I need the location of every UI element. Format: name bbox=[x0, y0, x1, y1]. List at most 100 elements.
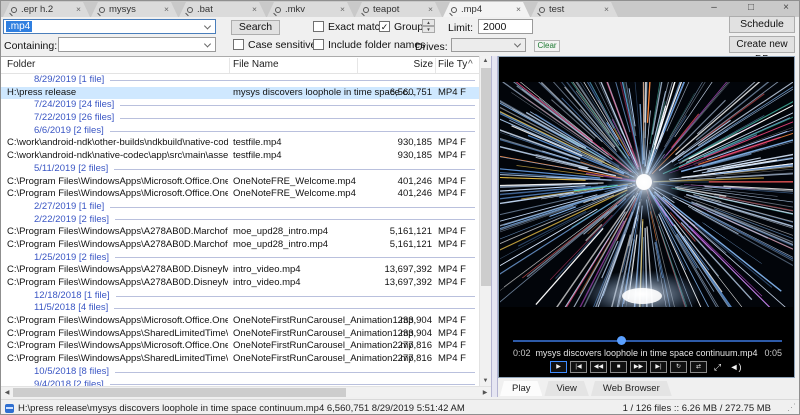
group-header-row[interactable]: 7/24/2019 [24 files] bbox=[1, 99, 479, 112]
seek-handle[interactable] bbox=[617, 336, 626, 345]
group-header-row[interactable]: 2/27/2019 [1 file] bbox=[1, 201, 479, 214]
table-row[interactable]: C:\Program Files\WindowsApps\A278AB0D.Di… bbox=[1, 277, 479, 290]
table-row[interactable]: C:\work\android-ndk\other-builds\ndkbuil… bbox=[1, 137, 479, 150]
video-player[interactable]: 0:02 mysys discovers loophole in time sp… bbox=[498, 56, 795, 378]
document-tab-mp4[interactable]: .mp4× bbox=[443, 2, 530, 17]
schedule-button[interactable]: Schedule bbox=[729, 16, 795, 33]
rewind-button[interactable]: ◀◀ bbox=[590, 361, 607, 373]
limit-input[interactable]: 2000 bbox=[478, 19, 533, 34]
fast-forward-button[interactable]: ▶▶ bbox=[630, 361, 647, 373]
horizontal-scroll-thumb[interactable] bbox=[13, 388, 346, 397]
close-icon[interactable]: × bbox=[604, 4, 609, 14]
table-row[interactable]: C:\work\android-ndk\native-codec\app\src… bbox=[1, 150, 479, 163]
table-row[interactable]: C:\Program Files\WindowsApps\A278AB0D.Ma… bbox=[1, 239, 479, 252]
table-row[interactable]: C:\Program Files\WindowsApps\A278AB0D.Ma… bbox=[1, 226, 479, 239]
table-row[interactable]: C:\Program Files\WindowsApps\Microsoft.O… bbox=[1, 340, 479, 353]
horizontal-scrollbar[interactable]: ◀ ▶ bbox=[1, 386, 491, 397]
document-tab-bat[interactable]: .bat× bbox=[179, 2, 266, 17]
vertical-scrollbar[interactable]: ▲ ▼ bbox=[479, 56, 491, 386]
table-row[interactable]: C:\Program Files\WindowsApps\SharedLimit… bbox=[1, 328, 479, 341]
document-tab-mysys[interactable]: mysys× bbox=[91, 2, 178, 17]
cell-folder: C:\Program Files\WindowsApps\A278AB0D.Ma… bbox=[7, 239, 228, 252]
group-header-row[interactable]: 2/22/2019 [2 files] bbox=[1, 214, 479, 227]
close-button[interactable]: × bbox=[775, 1, 797, 15]
include-folder-names-checkbox[interactable] bbox=[313, 39, 324, 50]
group-header-label: 2/27/2019 [1 file] bbox=[34, 201, 104, 214]
cell-file-type: MP4 F bbox=[438, 340, 478, 353]
create-new-db-button[interactable]: Create new DB bbox=[729, 36, 795, 53]
close-icon[interactable]: × bbox=[428, 4, 433, 14]
cell-folder: C:\Program Files\WindowsApps\Microsoft.O… bbox=[7, 315, 228, 328]
search-button[interactable]: Search bbox=[231, 20, 280, 35]
document-tab-test[interactable]: test× bbox=[531, 2, 618, 17]
results-rows: 8/29/2019 [1 file]H:\press releasemysys … bbox=[1, 74, 479, 386]
scroll-left-icon[interactable]: ◀ bbox=[3, 389, 11, 396]
close-icon[interactable]: × bbox=[76, 4, 81, 14]
document-tab-teapot[interactable]: teapot× bbox=[355, 2, 442, 17]
next-button[interactable]: ▶| bbox=[650, 361, 667, 373]
group-header-row[interactable]: 10/5/2018 [8 files] bbox=[1, 366, 479, 379]
maximize-button[interactable]: □ bbox=[740, 1, 762, 15]
minimize-button[interactable]: – bbox=[703, 1, 725, 15]
group-divider bbox=[115, 257, 475, 258]
close-icon[interactable]: × bbox=[340, 4, 345, 14]
preview-tab-play[interactable]: Play bbox=[500, 381, 542, 396]
table-row[interactable]: H:\press releasemysys discovers loophole… bbox=[1, 87, 479, 100]
table-row[interactable]: C:\Program Files\WindowsApps\A278AB0D.Di… bbox=[1, 264, 479, 277]
drives-select[interactable] bbox=[451, 38, 526, 52]
containing-input[interactable] bbox=[58, 37, 216, 52]
document-tab-mkv[interactable]: .mkv× bbox=[267, 2, 354, 17]
shuffle-button[interactable]: ⇄ bbox=[690, 361, 707, 373]
column-header-file-type[interactable]: File Ty bbox=[438, 59, 467, 70]
group-spinner-up[interactable]: ▲ bbox=[422, 19, 435, 26]
repeat-button[interactable]: ↻ bbox=[670, 361, 687, 373]
group-header-row[interactable]: 1/25/2019 [2 files] bbox=[1, 252, 479, 265]
preview-tab-view[interactable]: View bbox=[544, 381, 588, 396]
exact-match-checkbox[interactable] bbox=[313, 21, 324, 32]
group-spinner-down[interactable]: ▼ bbox=[422, 26, 435, 33]
chevron-down-icon[interactable] bbox=[204, 22, 211, 29]
column-header-folder[interactable]: Folder bbox=[7, 59, 35, 70]
scroll-down-icon[interactable]: ▼ bbox=[480, 378, 491, 384]
document-tab-epr-h-2[interactable]: .epr h.2× bbox=[3, 2, 90, 17]
close-icon[interactable]: × bbox=[516, 4, 521, 14]
table-row[interactable]: C:\Program Files\WindowsApps\Microsoft.O… bbox=[1, 315, 479, 328]
sort-ascending-icon[interactable]: ^ bbox=[468, 59, 473, 70]
case-sensitive-checkbox[interactable] bbox=[233, 39, 244, 50]
search-input[interactable]: .mp4 bbox=[3, 19, 216, 34]
group-header-row[interactable]: 11/5/2018 [4 files] bbox=[1, 302, 479, 315]
column-header-size[interactable]: Size bbox=[361, 59, 433, 70]
table-row[interactable]: C:\Program Files\WindowsApps\Microsoft.O… bbox=[1, 176, 479, 189]
group-header-row[interactable]: 8/29/2019 [1 file] bbox=[1, 74, 479, 87]
close-icon[interactable]: × bbox=[252, 4, 257, 14]
close-icon[interactable]: × bbox=[164, 4, 169, 14]
group-checkbox[interactable]: ✓ bbox=[379, 21, 390, 32]
chevron-down-icon[interactable] bbox=[204, 40, 211, 47]
group-header-row[interactable]: 6/6/2019 [2 files] bbox=[1, 125, 479, 138]
clear-button[interactable]: Clear bbox=[534, 40, 560, 52]
scroll-up-icon[interactable]: ▲ bbox=[480, 58, 491, 64]
previous-button[interactable]: |◀ bbox=[570, 361, 587, 373]
table-row[interactable]: C:\Program Files\WindowsApps\Microsoft.O… bbox=[1, 188, 479, 201]
stop-button[interactable]: ■ bbox=[610, 361, 627, 373]
cell-size: 277,816 bbox=[331, 340, 432, 353]
group-header-row[interactable]: 5/11/2019 [2 files] bbox=[1, 163, 479, 176]
resize-grip[interactable]: ⋰ bbox=[787, 402, 796, 413]
vertical-scroll-thumb[interactable] bbox=[481, 68, 491, 286]
column-header-file-name[interactable]: File Name bbox=[233, 59, 279, 70]
panel-splitter[interactable] bbox=[491, 56, 498, 397]
group-header-row[interactable]: 12/18/2018 [1 file] bbox=[1, 290, 479, 303]
cell-folder: C:\work\android-ndk\native-codec\app\src… bbox=[7, 150, 228, 163]
fullscreen-button[interactable]: ⤢ bbox=[710, 361, 725, 373]
group-header-row[interactable]: 9/4/2018 [2 files] bbox=[1, 379, 479, 387]
status-bar: H:\press release\mysys discovers loophol… bbox=[1, 399, 799, 415]
play-button[interactable]: ▶ bbox=[550, 361, 567, 373]
group-header-label: 7/24/2019 [24 files] bbox=[34, 99, 114, 112]
preview-tab-web-browser[interactable]: Web Browser bbox=[591, 381, 672, 396]
table-row[interactable]: C:\Program Files\WindowsApps\SharedLimit… bbox=[1, 353, 479, 366]
seek-bar[interactable] bbox=[513, 340, 782, 342]
volume-button[interactable]: ◄) bbox=[728, 361, 743, 373]
group-header-row[interactable]: 7/22/2019 [26 files] bbox=[1, 112, 479, 125]
scroll-right-icon[interactable]: ▶ bbox=[481, 389, 489, 396]
cell-file-type: MP4 F bbox=[438, 277, 478, 290]
